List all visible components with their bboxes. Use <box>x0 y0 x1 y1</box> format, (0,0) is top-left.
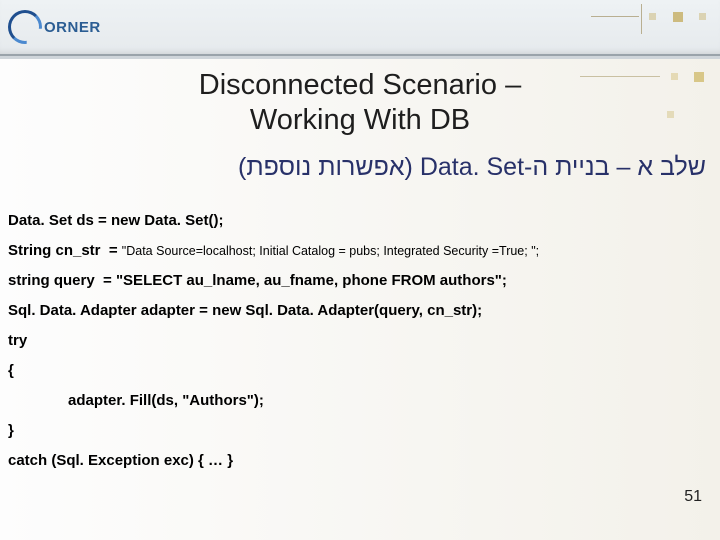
slide-subtitle: שלב א – בניית ה-Data. Set (אפשרות נוספת) <box>0 153 706 182</box>
page-number: 51 <box>684 488 702 506</box>
corner-logo: ORNER <box>8 10 118 44</box>
code-line-6: { <box>8 356 712 386</box>
sub-decoration <box>580 68 710 86</box>
code-line-7: adapter. Fill(ds, "Authors"); <box>8 386 712 416</box>
code-line-4: Sql. Data. Adapter adapter = new Sql. Da… <box>8 296 712 326</box>
slide-root: ORNER Disconnected Scenario – Working Wi… <box>0 0 720 540</box>
code-line-1: Data. Set ds = new Data. Set(); <box>8 206 712 236</box>
sub-decoration-2 <box>661 106 680 124</box>
code-line-9: catch (Sql. Exception exc) { … } <box>8 446 712 476</box>
header-band: ORNER <box>0 0 720 56</box>
logo-text: ORNER <box>44 19 101 36</box>
logo-c-swirl-icon <box>8 10 42 44</box>
title-line-2: Working With DB <box>0 103 720 138</box>
code-line-2: String cn_str = "Data Source=localhost; … <box>8 236 712 266</box>
code-line-3: string query = "SELECT au_lname, au_fnam… <box>8 266 712 296</box>
code-line-8: } <box>8 416 712 446</box>
code-line-5: try <box>8 326 712 356</box>
code-block: Data. Set ds = new Data. Set(); String c… <box>8 206 712 476</box>
header-decoration <box>591 8 712 26</box>
